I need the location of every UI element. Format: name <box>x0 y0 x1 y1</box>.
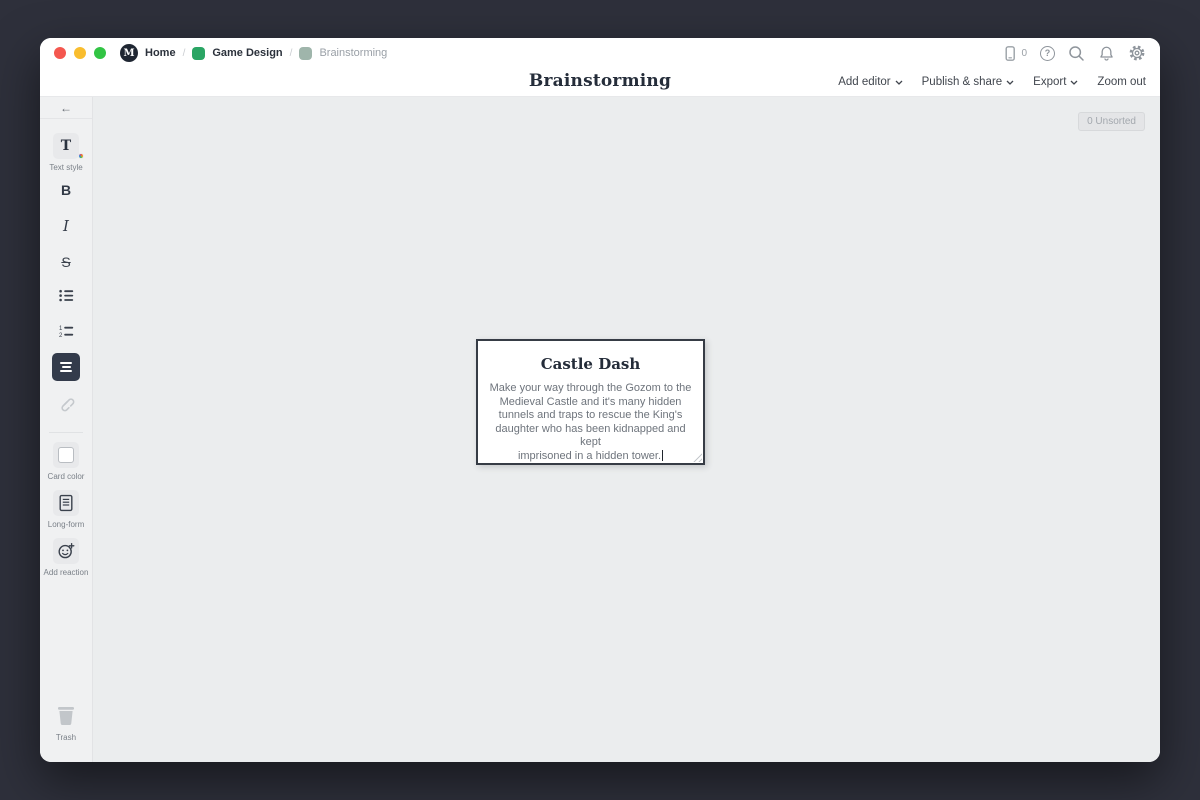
smiley-plus-icon <box>57 542 75 560</box>
search-icon <box>1068 45 1085 62</box>
close-window-button[interactable] <box>54 47 66 59</box>
export-label: Export <box>1033 76 1066 88</box>
bell-icon <box>1098 45 1115 62</box>
card-color-button[interactable] <box>53 442 79 468</box>
zoom-out-label: Zoom out <box>1097 76 1146 88</box>
strikethrough-tool: S <box>40 250 92 274</box>
breadcrumb-brainstorming: Brainstorming <box>319 47 387 59</box>
settings-button[interactable] <box>1128 44 1146 62</box>
note-card-body[interactable]: Make your way through the Gozom to the M… <box>488 382 693 463</box>
maximize-window-button[interactable] <box>94 47 106 59</box>
traffic-lights <box>54 47 106 59</box>
italic-button[interactable]: I <box>54 214 78 238</box>
back-arrow-icon: ← <box>60 101 72 115</box>
add-editor-label: Add editor <box>838 76 890 88</box>
breadcrumb-home[interactable]: Home <box>145 47 176 59</box>
italic-tool: I <box>40 214 92 238</box>
chevron-down-icon <box>1006 80 1014 85</box>
search-button[interactable] <box>1068 45 1085 62</box>
text-align-tool <box>40 353 92 381</box>
bold-button[interactable]: B <box>54 178 78 202</box>
board-actions: Add editor Publish & share Export Zoom o… <box>838 68 1146 96</box>
main-area: ← T Text style B I S <box>40 97 1160 762</box>
add-editor-button[interactable]: Add editor <box>838 76 902 88</box>
align-center-icon <box>60 362 72 372</box>
breadcrumb-separator: / <box>290 48 293 59</box>
trash-button[interactable] <box>54 703 78 729</box>
text-style-button[interactable]: T <box>53 133 79 159</box>
sidebar-divider <box>49 432 83 433</box>
board-icon-game-design <box>192 47 205 60</box>
app-logo-icon[interactable]: M <box>120 44 138 62</box>
numbered-list-icon: 1 2 <box>59 325 74 338</box>
board-canvas[interactable]: 0 Unsorted Castle Dash Make your way thr… <box>93 97 1160 762</box>
strikethrough-button[interactable]: S <box>54 250 78 274</box>
note-card-title[interactable]: Castle Dash <box>488 355 693 373</box>
export-button[interactable]: Export <box>1033 76 1078 88</box>
add-reaction-tool: Add reaction <box>40 538 92 577</box>
bullet-list-tool <box>40 283 92 307</box>
publish-share-button[interactable]: Publish & share <box>922 76 1015 88</box>
breadcrumb-separator: / <box>183 48 186 59</box>
mobile-uploads-button[interactable]: 0 <box>1002 45 1027 62</box>
text-cursor <box>662 450 663 461</box>
chevron-down-icon <box>1070 80 1078 85</box>
trash-tool: Trash <box>40 703 92 742</box>
bullet-list-icon <box>59 289 74 302</box>
link-button-disabled[interactable] <box>54 391 78 415</box>
add-reaction-label: Add reaction <box>44 568 89 577</box>
phone-icon <box>1002 45 1018 62</box>
svg-text:1: 1 <box>59 326 63 332</box>
formatting-sidebar: ← T Text style B I S <box>40 97 93 762</box>
global-icon-group: 0 ? <box>1002 44 1146 62</box>
bullet-list-button[interactable] <box>54 283 78 307</box>
board-icon-brainstorming <box>299 47 312 60</box>
zoom-out-button[interactable]: Zoom out <box>1097 76 1146 88</box>
add-reaction-button[interactable] <box>53 538 79 564</box>
card-color-tool: Card color <box>40 442 92 481</box>
numbered-list-button[interactable]: 1 2 <box>54 319 78 343</box>
help-icon: ? <box>1040 46 1055 61</box>
breadcrumb-game-design[interactable]: Game Design <box>212 47 282 59</box>
link-tool <box>40 391 92 415</box>
text-style-icon: T <box>61 138 71 154</box>
chevron-down-icon <box>895 80 903 85</box>
long-form-tool: Long-form <box>40 490 92 529</box>
minimize-window-button[interactable] <box>74 47 86 59</box>
long-form-label: Long-form <box>48 520 84 529</box>
long-form-button[interactable] <box>53 490 79 516</box>
text-align-button-selected[interactable] <box>52 353 80 381</box>
numbered-list-tool: 1 2 <box>40 319 92 343</box>
publish-share-label: Publish & share <box>922 76 1003 88</box>
text-style-tool: T Text style <box>40 133 92 172</box>
color-dot-icon <box>78 153 84 159</box>
back-button[interactable]: ← <box>40 97 92 119</box>
notifications-button[interactable] <box>1098 45 1115 62</box>
note-card[interactable]: Castle Dash Make your way through the Go… <box>476 339 705 465</box>
mobile-uploads-count: 0 <box>1021 48 1027 59</box>
link-icon <box>57 394 75 412</box>
board-toolbar: Brainstorming Add editor Publish & share… <box>40 68 1160 97</box>
text-style-label: Text style <box>49 163 82 172</box>
app-window: M Home / Game Design / Brainstorming 0 ? <box>40 38 1160 762</box>
help-button[interactable]: ? <box>1040 46 1055 61</box>
card-color-swatch-icon <box>58 447 74 463</box>
window-chrome-bar: M Home / Game Design / Brainstorming 0 ? <box>40 38 1160 68</box>
card-color-label: Card color <box>48 472 85 481</box>
gear-icon <box>1128 44 1146 62</box>
bold-tool: B <box>40 178 92 202</box>
svg-text:2: 2 <box>59 333 63 338</box>
unsorted-badge[interactable]: 0 Unsorted <box>1078 112 1145 131</box>
trash-label: Trash <box>56 733 76 742</box>
trash-icon <box>55 704 77 728</box>
document-icon <box>58 494 74 512</box>
